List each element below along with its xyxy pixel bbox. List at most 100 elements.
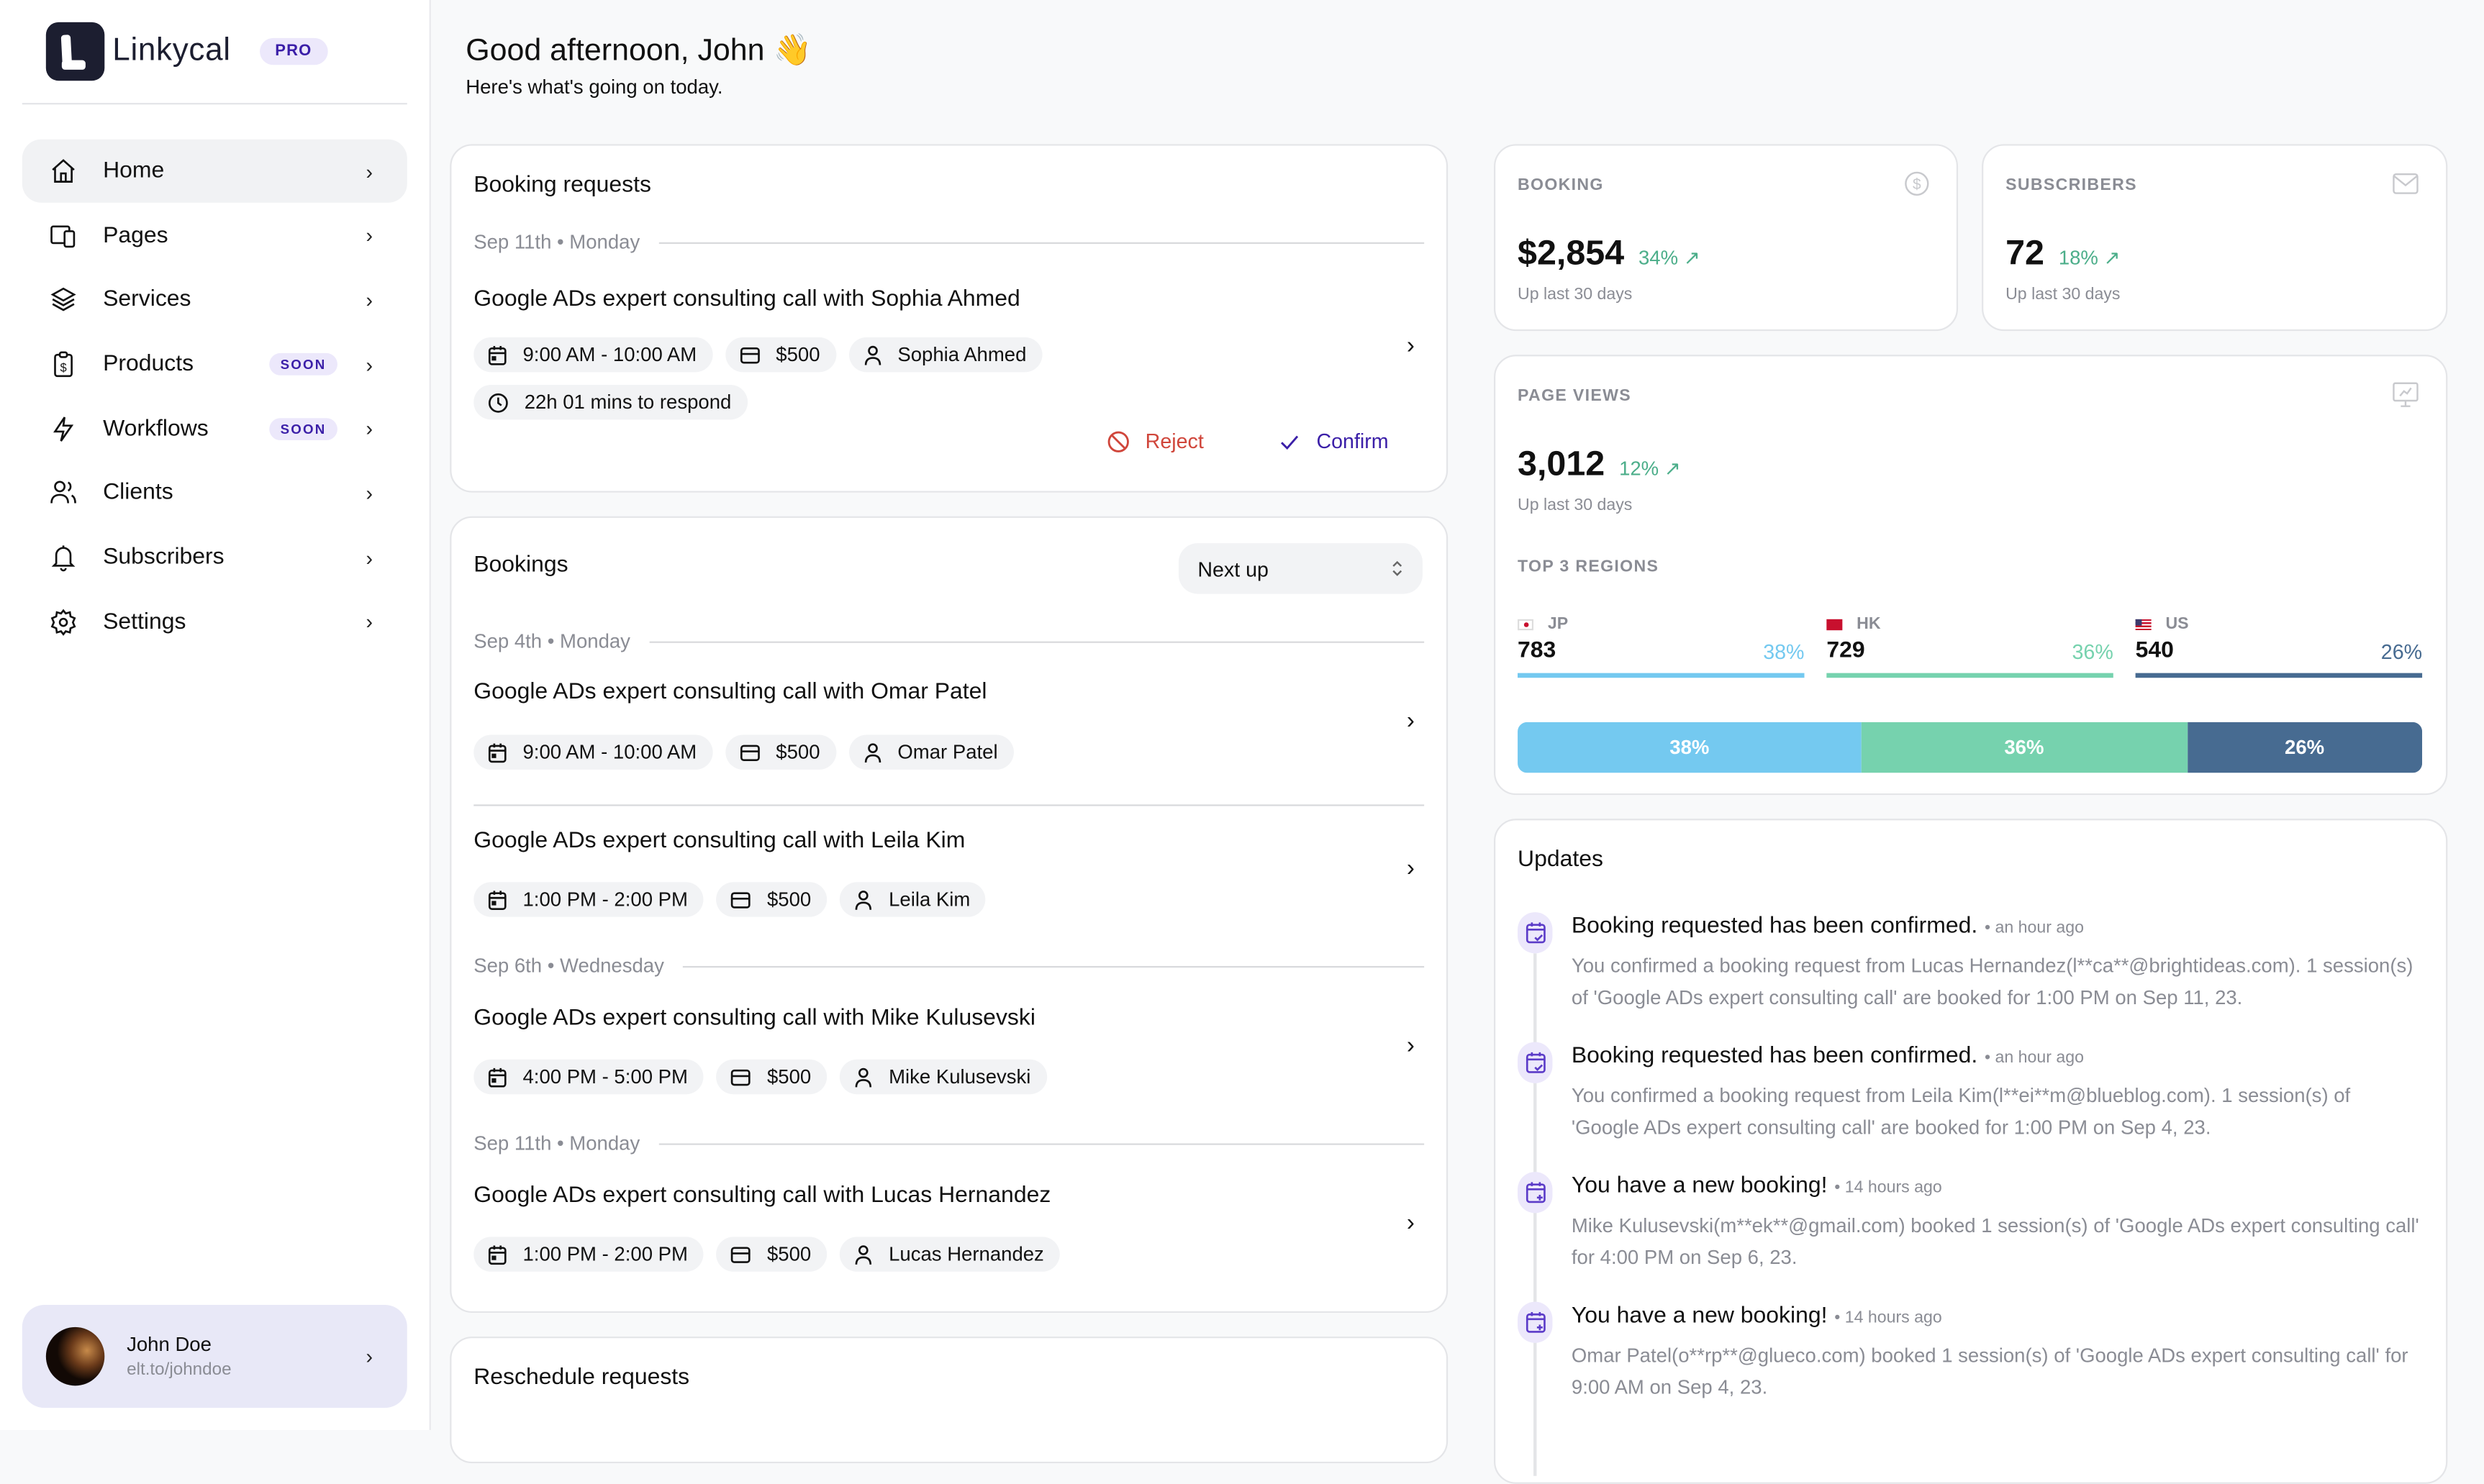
chevron-updown-icon (1392, 560, 1402, 576)
region-value: 540 (2135, 638, 2174, 664)
price-value: $500 (767, 1243, 812, 1265)
calendar-icon (488, 742, 507, 763)
japan-flag-icon (1518, 618, 1534, 630)
sidebar-item-services[interactable]: Services › (22, 268, 407, 332)
user-icon (855, 1244, 872, 1264)
user-icon (863, 742, 881, 762)
time-value: 9:00 AM - 10:00 AM (522, 741, 697, 764)
stat-delta: 18% ↗ (2058, 247, 2121, 270)
sidebar-item-label: Subscribers (103, 545, 225, 570)
sort-select[interactable]: Next up (1178, 543, 1423, 594)
update-title: You have a new booking! (1571, 1173, 1828, 1199)
date-divider: Sep 6th • Wednesday (473, 955, 1425, 978)
sidebar-item-workflows[interactable]: Workflows SOON › (22, 397, 407, 460)
time-value: 9:00 AM - 10:00 AM (522, 343, 697, 366)
region-values: 783 38% (1518, 638, 1804, 663)
client-name: Leila Kim (889, 888, 971, 911)
page-title: Good afternoon, John 👋 (466, 33, 812, 68)
logo-icon (45, 22, 105, 81)
update-item: Booking requested has been confirmed. • … (1518, 1042, 2421, 1144)
regions-title: TOP 3 REGIONS (1518, 557, 1659, 577)
reject-label: Reject (1145, 429, 1204, 453)
sidebar-item-label: Pages (103, 222, 168, 248)
update-time: • 14 hours ago (1834, 1308, 1942, 1327)
chevron-right-icon: › (366, 416, 373, 441)
price-chip: $500 (716, 1237, 828, 1272)
date-label: Sep 11th • Monday (473, 1132, 640, 1155)
price-value: $500 (767, 1065, 812, 1088)
region-pct: 26% (2380, 639, 2423, 664)
update-item: You have a new booking! • 14 hours ago O… (1518, 1301, 2421, 1403)
update-body: You confirmed a booking request from Luc… (1571, 955, 2413, 1009)
brand[interactable]: Linkycal PRO (45, 22, 328, 81)
calendar-plus-icon (1518, 1301, 1553, 1343)
client-chip: Lucas Hernandez (839, 1237, 1060, 1272)
card-title: Bookings (473, 552, 568, 578)
client-name: Mike Kulusevski (889, 1065, 1031, 1088)
region-code: US (2165, 614, 2189, 634)
stat-value-row: 3,012 12% ↗ (1518, 443, 1681, 484)
sidebar-item-label: Settings (103, 609, 186, 635)
respond-chip: 22h 01 mins to respond (473, 384, 748, 420)
divider-line (649, 640, 1425, 642)
reject-button[interactable]: Reject (1107, 429, 1204, 453)
stat-delta: 12% ↗ (1619, 458, 1681, 481)
sidebar-item-home[interactable]: Home › (22, 139, 407, 203)
region-value: 783 (1518, 638, 1556, 664)
date-label: Sep 4th • Monday (473, 630, 630, 653)
confirm-button[interactable]: Confirm (1279, 429, 1389, 453)
sidebar-item-settings[interactable]: Settings › (22, 591, 407, 654)
sidebar-item-subscribers[interactable]: Subscribers › (22, 526, 407, 589)
chevron-right-icon[interactable]: › (1407, 332, 1415, 359)
region-bar (1826, 673, 2113, 678)
card-icon (731, 891, 751, 908)
sidebar-item-pages[interactable]: Pages › (22, 204, 407, 267)
calendar-plus-icon (1518, 1172, 1553, 1214)
event-title: Google ADs expert consulting call with L… (473, 1183, 1051, 1208)
price-chip: $500 (716, 882, 828, 917)
sidebar-item-products[interactable]: $ Products SOON › (22, 332, 407, 396)
sidebar-item-clients[interactable]: Clients › (22, 462, 407, 525)
price-chip: $500 (725, 734, 836, 770)
region-code: HK (1857, 614, 1881, 634)
price-value: $500 (776, 741, 820, 764)
profile-card[interactable]: John Doe elt.to/johndoe › (22, 1305, 407, 1408)
profile-link: elt.to/johndoe (127, 1360, 232, 1380)
chevron-right-icon[interactable]: › (1407, 708, 1415, 734)
check-icon (1281, 434, 1299, 450)
stat-value-row: 72 18% ↗ (2005, 233, 2121, 274)
update-title: Booking requested has been confirmed. (1571, 1043, 1978, 1070)
sort-selected: Next up (1197, 556, 1269, 581)
price-chip: $500 (725, 337, 836, 373)
region-pct: 38% (1763, 639, 1805, 664)
chevron-right-icon[interactable]: › (1407, 1032, 1415, 1059)
sidebar-item-label: Workflows (103, 416, 209, 442)
hong-kong-flag-icon (1826, 618, 1843, 630)
page-views-card: PAGE VIEWS 3,012 12% ↗ Up last 30 days T… (1494, 355, 2448, 796)
updates-card: Updates Booking requested has been confi… (1494, 819, 2448, 1484)
chevron-right-icon: › (366, 545, 373, 570)
chevron-right-icon: › (366, 610, 373, 634)
stat-value: 72 (2005, 232, 2045, 273)
stat-sub: Up last 30 days (1518, 496, 1633, 515)
chevron-right-icon[interactable]: › (1407, 1210, 1415, 1237)
bell-icon (47, 542, 79, 573)
chevron-right-icon: › (366, 288, 373, 312)
layers-icon (47, 284, 79, 316)
stat-value: $2,854 (1518, 232, 1625, 273)
update-body: Mike Kulusevski(m**ek**@gmail.com) booke… (1571, 1214, 2419, 1269)
date-label: Sep 6th • Wednesday (473, 955, 664, 978)
time-chip: 9:00 AM - 10:00 AM (473, 337, 713, 373)
user-icon (855, 1067, 872, 1087)
user-icon (855, 890, 872, 909)
brand-name: Linkycal (112, 33, 231, 68)
soon-badge: SOON (269, 353, 337, 375)
chevron-right-icon: › (366, 481, 373, 506)
chevron-right-icon[interactable]: › (1407, 855, 1415, 882)
clipboard-dollar-icon: $ (47, 348, 79, 380)
event-chips: 1:00 PM - 2:00 PM $500 Leila Kim (473, 882, 987, 917)
chevron-right-icon: › (366, 1344, 373, 1369)
stacked-segment-jp: 38% (1518, 721, 1862, 773)
stat-delta: 34% ↗ (1638, 247, 1700, 270)
region-us: US 540 26% (2135, 614, 2423, 678)
